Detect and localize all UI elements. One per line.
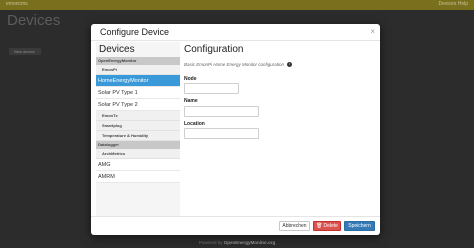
info-icon[interactable]: i — [287, 62, 293, 68]
location-input[interactable] — [184, 128, 259, 139]
sidebar-item[interactable]: ArchMetrics — [96, 149, 180, 159]
configuration-heading: Configuration — [184, 44, 244, 55]
sidebar-group-header: Datalogger — [96, 141, 180, 149]
sidebar-group-header: OpenEnergyMonitor — [96, 57, 180, 65]
sidebar-item[interactable]: Solar PV Type 1 — [96, 87, 180, 99]
delete-button[interactable]: 🗑Delete — [313, 221, 341, 231]
configuration-description: Basic EmonPi Home Energy Monitor configu… — [184, 62, 293, 68]
close-icon[interactable]: × — [370, 27, 375, 36]
modal-body: Devices OpenEnergyMonitor EmonPi HomeEnerg… — [91, 42, 380, 216]
location-label: Location — [184, 121, 205, 127]
sidebar-heading: Devices — [99, 44, 135, 55]
top-right-link[interactable]: Devices Help — [439, 1, 468, 7]
sidebar-item[interactable]: EmonTx — [96, 111, 180, 121]
page-title: Devices — [7, 12, 61, 29]
modal-footer: Abbrechen 🗑Delete Speichern — [91, 216, 380, 235]
sidebar-item[interactable]: Temperature & Humidity — [96, 131, 180, 141]
device-sidebar: Devices OpenEnergyMonitor EmonPi HomeEnerg… — [96, 42, 180, 216]
brand-logo[interactable]: emoncms — [6, 1, 28, 7]
configure-device-modal: Configure Device × Devices OpenEnergyMon… — [91, 24, 380, 235]
configuration-panel: Configuration Basic EmonPi Home Energy M… — [184, 42, 376, 216]
cancel-button[interactable]: Abbrechen — [279, 221, 310, 231]
modal-title: Configure Device — [100, 27, 170, 37]
footer-link[interactable]: OpenEnergyMonitor.org — [224, 240, 276, 245]
top-navbar: emoncms Devices Help — [0, 0, 474, 10]
node-input[interactable] — [184, 83, 239, 94]
sidebar-item[interactable]: Smartplug — [96, 121, 180, 131]
save-button[interactable]: Speichern — [344, 221, 375, 231]
device-list: OpenEnergyMonitor EmonPi HomeEnergyMonitor… — [96, 57, 180, 183]
sidebar-item[interactable]: AMG — [96, 159, 180, 171]
delete-label: Delete — [323, 223, 338, 229]
sidebar-item[interactable]: HomeEnergyMonitor — [96, 75, 180, 87]
name-input[interactable] — [184, 106, 259, 117]
sidebar-item[interactable]: EmonPi — [96, 65, 180, 75]
modal-header: Configure Device × — [91, 24, 380, 41]
page-footer: Powered by OpenEnergyMonitor.org — [0, 237, 474, 248]
description-text: Basic EmonPi Home Energy Monitor configu… — [184, 62, 285, 67]
sidebar-item[interactable]: AMRM — [96, 171, 180, 183]
node-label: Node — [184, 76, 197, 82]
trash-icon: 🗑 — [316, 223, 323, 229]
name-label: Name — [184, 98, 198, 104]
footer-text: Powered by — [198, 240, 223, 245]
new-device-button[interactable]: New device — [9, 48, 41, 55]
sidebar-item[interactable]: Solar PV Type 2 — [96, 99, 180, 111]
